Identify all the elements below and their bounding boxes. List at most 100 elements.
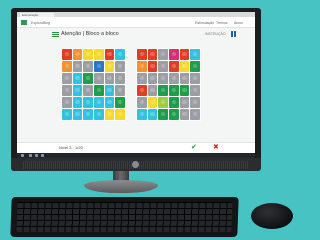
- lego-block[interactable]: [137, 109, 147, 120]
- lego-block[interactable]: [147, 73, 158, 84]
- lego-block[interactable]: [94, 49, 104, 60]
- lego-block[interactable]: [179, 61, 190, 72]
- lego-block[interactable]: [137, 97, 147, 108]
- level-indicator: Nível 3 - 1/20: [59, 145, 83, 150]
- app-logo[interactable]: [21, 20, 27, 25]
- app-header: Exploro Blog Estimulação Treinos Aluno: [17, 17, 255, 28]
- check-icon[interactable]: ✔: [191, 143, 197, 151]
- lego-block[interactable]: [72, 49, 83, 60]
- lego-block[interactable]: [158, 61, 168, 72]
- lego-block[interactable]: [115, 97, 125, 108]
- lego-block[interactable]: [94, 109, 104, 120]
- lego-block[interactable]: [147, 61, 158, 72]
- lego-block[interactable]: [137, 73, 147, 84]
- status-bar: Nível 3 - 1/20 ✔ ✖: [17, 142, 255, 153]
- lego-block[interactable]: [115, 109, 125, 120]
- nav-item[interactable]: Estimulação: [195, 21, 214, 25]
- lego-block[interactable]: [179, 49, 190, 60]
- lego-block[interactable]: [62, 73, 72, 84]
- nav-item[interactable]: Treinos: [216, 21, 228, 25]
- lego-block[interactable]: [94, 85, 104, 96]
- lego-block[interactable]: [83, 61, 93, 72]
- lego-block[interactable]: [62, 61, 72, 72]
- lego-block[interactable]: [179, 97, 190, 108]
- pause-icon[interactable]: [231, 31, 236, 37]
- keyboard-keys: [16, 202, 233, 232]
- lego-block[interactable]: [83, 85, 93, 96]
- brand-logo: [132, 161, 139, 168]
- monitor-base: [84, 180, 158, 193]
- instruction-button[interactable]: INSTRUÇÃO: [205, 32, 226, 36]
- lego-block[interactable]: [94, 61, 104, 72]
- lego-block[interactable]: [72, 97, 83, 108]
- lego-block[interactable]: [190, 73, 200, 84]
- lego-block[interactable]: [83, 109, 93, 120]
- lego-block[interactable]: [158, 49, 168, 60]
- lego-block[interactable]: [83, 49, 93, 60]
- start-icon[interactable]: [21, 154, 24, 157]
- lego-block[interactable]: [94, 73, 104, 84]
- lego-block[interactable]: [83, 97, 93, 108]
- lego-block[interactable]: [169, 97, 179, 108]
- x-icon[interactable]: ✖: [213, 143, 219, 151]
- lego-block[interactable]: [169, 85, 179, 96]
- lego-block[interactable]: [115, 49, 125, 60]
- lego-block[interactable]: [158, 85, 168, 96]
- lego-block[interactable]: [104, 49, 115, 60]
- lego-block[interactable]: [137, 49, 147, 60]
- lego-block[interactable]: [158, 73, 168, 84]
- lego-block[interactable]: [169, 61, 179, 72]
- nav-item[interactable]: Aluno: [234, 21, 243, 25]
- lego-block[interactable]: [179, 85, 190, 96]
- monitor-bezel: [11, 158, 261, 171]
- lego-block[interactable]: [72, 85, 83, 96]
- block-boards: [52, 48, 210, 124]
- lego-block[interactable]: [115, 61, 125, 72]
- lego-block[interactable]: [62, 97, 72, 108]
- taskbar-icon[interactable]: [35, 154, 38, 157]
- lego-block[interactable]: [169, 109, 179, 120]
- lego-block[interactable]: [147, 85, 158, 96]
- lego-block[interactable]: [115, 73, 125, 84]
- lego-block[interactable]: [147, 109, 158, 120]
- board-right[interactable]: [136, 48, 201, 121]
- lego-block[interactable]: [179, 109, 190, 120]
- lego-block[interactable]: [169, 49, 179, 60]
- board-left[interactable]: [61, 48, 126, 121]
- lego-block[interactable]: [190, 49, 200, 60]
- lego-block[interactable]: [169, 73, 179, 84]
- keyboard: [10, 197, 239, 237]
- lego-block[interactable]: [190, 97, 200, 108]
- lego-block[interactable]: [190, 85, 200, 96]
- mouse: [251, 203, 293, 229]
- menu-item[interactable]: Exploro: [31, 21, 43, 25]
- lego-block[interactable]: [190, 61, 200, 72]
- taskbar-icon[interactable]: [29, 154, 32, 157]
- lego-block[interactable]: [72, 109, 83, 120]
- list-icon[interactable]: [52, 32, 59, 37]
- lego-block[interactable]: [72, 61, 83, 72]
- lego-block[interactable]: [104, 109, 115, 120]
- lego-block[interactable]: [83, 73, 93, 84]
- lego-block[interactable]: [72, 73, 83, 84]
- lego-block[interactable]: [115, 85, 125, 96]
- taskbar-icon[interactable]: [41, 154, 44, 157]
- lego-block[interactable]: [94, 97, 104, 108]
- lego-block[interactable]: [137, 85, 147, 96]
- menu-item[interactable]: Blog: [43, 21, 50, 25]
- lego-block[interactable]: [147, 97, 158, 108]
- page-title: Atenção | Bloco a bloco: [61, 31, 119, 37]
- lego-block[interactable]: [104, 85, 115, 96]
- lego-block[interactable]: [62, 109, 72, 120]
- lego-block[interactable]: [147, 49, 158, 60]
- lego-block[interactable]: [179, 73, 190, 84]
- lego-block[interactable]: [190, 109, 200, 120]
- lego-block[interactable]: [158, 109, 168, 120]
- lego-block[interactable]: [158, 97, 168, 108]
- lego-block[interactable]: [137, 61, 147, 72]
- lego-block[interactable]: [104, 61, 115, 72]
- lego-block[interactable]: [104, 73, 115, 84]
- lego-block[interactable]: [104, 97, 115, 108]
- lego-block[interactable]: [62, 85, 72, 96]
- lego-block[interactable]: [62, 49, 72, 60]
